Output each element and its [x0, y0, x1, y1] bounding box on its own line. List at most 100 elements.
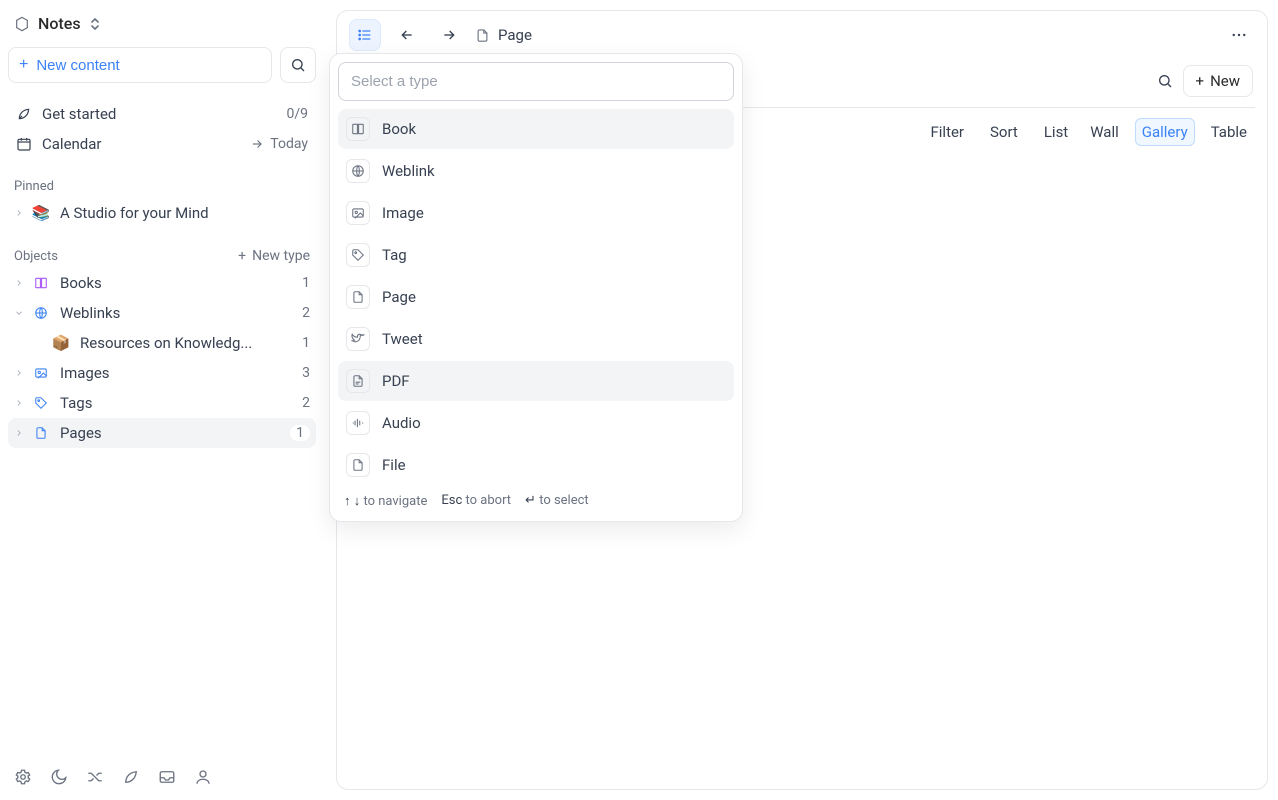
- list-icon: [357, 27, 373, 43]
- view-wall[interactable]: Wall: [1084, 119, 1125, 145]
- sort-button[interactable]: Sort: [984, 119, 1024, 145]
- more-button[interactable]: [1223, 19, 1255, 51]
- type-option-book[interactable]: Book: [338, 109, 734, 149]
- esc-key: Esc: [441, 493, 462, 508]
- object-child-row[interactable]: 📦 Resources on Knowledg...1: [8, 328, 316, 358]
- shuffle-icon[interactable]: [86, 768, 104, 786]
- type-option-tag[interactable]: Tag: [338, 235, 734, 275]
- object-type-icon: [30, 426, 52, 440]
- pinned-item[interactable]: 📚A Studio for your Mind: [8, 198, 316, 228]
- object-child-count: 1: [294, 335, 310, 351]
- type-option-pdf[interactable]: PDF: [338, 361, 734, 401]
- type-picker-input[interactable]: [338, 62, 734, 101]
- inbox-icon[interactable]: [158, 768, 176, 786]
- type-option-label: PDF: [382, 372, 410, 390]
- new-label: New: [1210, 72, 1240, 90]
- object-type-count: 3: [294, 365, 310, 381]
- object-type-row[interactable]: Weblinks2: [8, 298, 316, 328]
- page-icon: [346, 285, 370, 309]
- chevron-right-icon[interactable]: [14, 428, 30, 438]
- sidebar-item-get-started[interactable]: Get started 0/9: [8, 99, 316, 129]
- moon-icon[interactable]: [50, 768, 68, 786]
- new-content-button[interactable]: + New content: [8, 47, 272, 83]
- arrow-right-icon: [441, 27, 457, 43]
- object-child-emoji: 📦: [50, 334, 72, 352]
- globe-icon: [346, 159, 370, 183]
- type-option-page[interactable]: Page: [338, 277, 734, 317]
- tag-icon: [346, 243, 370, 267]
- search-icon: [1157, 73, 1173, 89]
- view-gallery[interactable]: Gallery: [1135, 118, 1195, 146]
- type-option-label: Tag: [382, 246, 407, 264]
- object-type-icon: [30, 396, 52, 410]
- object-type-row[interactable]: Images3: [8, 358, 316, 388]
- chevron-right-icon[interactable]: [14, 368, 30, 378]
- nav-back-button[interactable]: [391, 19, 423, 51]
- file-icon: [346, 453, 370, 477]
- plus-icon: +: [19, 56, 28, 74]
- plus-icon: +: [238, 248, 246, 264]
- type-option-label: Weblink: [382, 162, 435, 180]
- chevron-sort-icon: [89, 17, 101, 31]
- tweet-icon: [346, 327, 370, 351]
- search-icon: [290, 57, 306, 73]
- pinned-section-label: Pinned: [8, 175, 316, 198]
- object-type-label: Images: [60, 364, 294, 382]
- nav-keys: ↑ ↓: [344, 494, 360, 509]
- type-option-label: Audio: [382, 414, 421, 432]
- chevron-right-icon[interactable]: [14, 398, 30, 408]
- chevron-right-icon[interactable]: [14, 278, 30, 288]
- get-started-progress: 0/9: [286, 106, 308, 122]
- type-option-label: Image: [382, 204, 424, 222]
- pinned-item-label: A Studio for your Mind: [60, 204, 310, 222]
- view-table[interactable]: Table: [1205, 119, 1253, 145]
- new-type-label: New type: [252, 248, 310, 264]
- arrow-left-icon: [399, 27, 415, 43]
- object-type-label: Tags: [60, 394, 294, 412]
- new-button[interactable]: + New: [1183, 65, 1253, 97]
- object-type-icon: [30, 306, 52, 320]
- object-type-count: 2: [294, 395, 310, 411]
- breadcrumb[interactable]: Page: [475, 26, 532, 44]
- search-button[interactable]: [280, 47, 316, 83]
- toolbar-search-button[interactable]: [1157, 73, 1173, 89]
- enter-label: to select: [539, 493, 588, 508]
- settings-icon[interactable]: [14, 768, 32, 786]
- new-type-button[interactable]: + New type: [238, 248, 310, 264]
- book-icon: [346, 117, 370, 141]
- type-option-label: Tweet: [382, 330, 423, 348]
- calendar-today-label[interactable]: Today: [270, 136, 308, 152]
- type-option-weblink[interactable]: Weblink: [338, 151, 734, 191]
- object-type-count: 2: [294, 305, 310, 321]
- object-type-label: Pages: [60, 424, 290, 442]
- enter-key: ↵: [525, 493, 536, 508]
- user-icon[interactable]: [194, 768, 212, 786]
- pdf-icon: [346, 369, 370, 393]
- new-content-label: New content: [36, 57, 119, 74]
- filter-button[interactable]: Filter: [924, 119, 970, 145]
- object-child-label: Resources on Knowledg...: [80, 334, 294, 352]
- view-list[interactable]: List: [1038, 119, 1074, 145]
- chevron-down-icon[interactable]: [14, 308, 30, 318]
- type-picker-popup: Book Weblink Image Tag Page Tweet PDF Audio File…: [329, 53, 743, 522]
- sidebar-item-calendar[interactable]: Calendar Today: [8, 129, 316, 159]
- nav-forward-button[interactable]: [433, 19, 465, 51]
- object-type-label: Weblinks: [60, 304, 294, 322]
- type-option-tweet[interactable]: Tweet: [338, 319, 734, 359]
- main-area: Page + New: [324, 0, 1278, 800]
- chevron-right-icon: [14, 208, 30, 218]
- page-icon: [475, 28, 490, 43]
- object-type-row[interactable]: Pages1: [8, 418, 316, 448]
- page-panel: Page + New: [336, 10, 1268, 790]
- objects-section-label: Objects: [14, 249, 58, 264]
- type-option-audio[interactable]: Audio: [338, 403, 734, 443]
- object-type-row[interactable]: Tags2: [8, 388, 316, 418]
- workspace-switcher[interactable]: Notes: [8, 10, 316, 37]
- type-option-file[interactable]: File: [338, 445, 734, 485]
- plus-icon: +: [1196, 72, 1205, 90]
- type-option-image[interactable]: Image: [338, 193, 734, 233]
- type-option-label: File: [382, 456, 406, 474]
- rocket-small-icon[interactable]: [122, 768, 140, 786]
- list-toggle-button[interactable]: [349, 19, 381, 51]
- object-type-row[interactable]: Books1: [8, 268, 316, 298]
